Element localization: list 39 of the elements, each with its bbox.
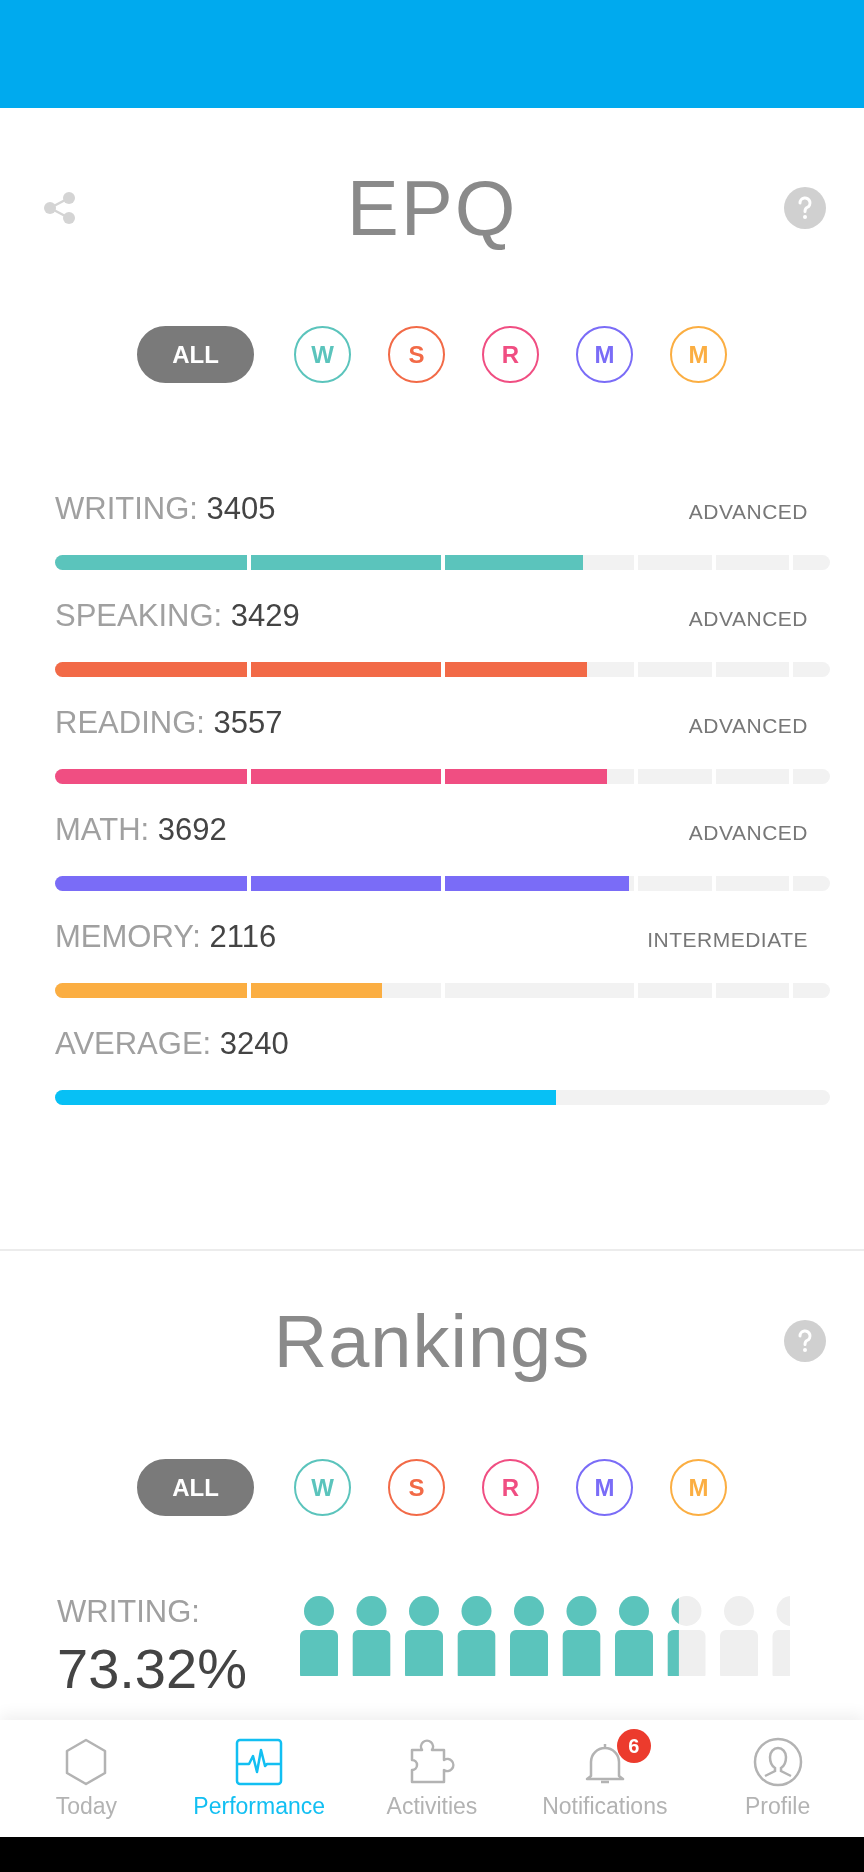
rating-label: ADVANCED: [688, 500, 809, 524]
rating-label: ADVANCED: [688, 821, 809, 845]
ranking-label: WRITING:: [57, 1594, 201, 1630]
section-title: Rankings: [273, 1298, 591, 1384]
filter-chip[interactable]: M: [670, 326, 727, 383]
skill-label: MATH: 3692: [55, 812, 227, 848]
nav-tab[interactable]: Profile: [691, 1720, 864, 1837]
filter-chip[interactable]: W: [294, 326, 351, 383]
pulse-icon: [235, 1738, 284, 1786]
hexagon-icon: [64, 1738, 109, 1786]
filter-chip[interactable]: S: [388, 326, 445, 383]
help-icon[interactable]: [784, 1320, 826, 1362]
rating-label: INTERMEDIATE: [647, 928, 809, 952]
skill-label: SPEAKING: 3429: [55, 598, 300, 634]
filter-chip[interactable]: M: [576, 1459, 633, 1516]
skill-label: MEMORY: 2116: [55, 919, 277, 955]
filter-chip[interactable]: ALL: [137, 326, 254, 383]
skill-label: AVERAGE: 3240: [55, 1026, 289, 1062]
rating-label: ADVANCED: [688, 607, 809, 631]
filter-chip[interactable]: R: [482, 1459, 539, 1516]
nav-tab[interactable]: Today: [0, 1720, 173, 1837]
nav-tab[interactable]: 6 Notifications: [518, 1720, 692, 1837]
profile-icon: [752, 1737, 803, 1787]
filter-chip[interactable]: M: [576, 326, 633, 383]
filter-chip[interactable]: R: [482, 326, 539, 383]
filter-chip[interactable]: M: [670, 1459, 727, 1516]
section-title: EPQ: [346, 162, 518, 254]
notification-badge: 6: [616, 1729, 651, 1763]
filter-chip[interactable]: ALL: [137, 1459, 254, 1516]
rating-label: ADVANCED: [688, 714, 809, 738]
skill-label: READING: 3557: [55, 705, 283, 741]
filter-chip[interactable]: W: [294, 1459, 351, 1516]
filter-chip[interactable]: S: [388, 1459, 445, 1516]
nav-tab[interactable]: Activities: [345, 1720, 519, 1837]
ranking-percent: 73.32%: [57, 1638, 248, 1700]
skill-label: WRITING: 3405: [55, 491, 276, 527]
puzzle-icon: [408, 1738, 456, 1786]
help-icon[interactable]: [784, 187, 826, 229]
nav-tab[interactable]: Performance: [172, 1720, 346, 1837]
